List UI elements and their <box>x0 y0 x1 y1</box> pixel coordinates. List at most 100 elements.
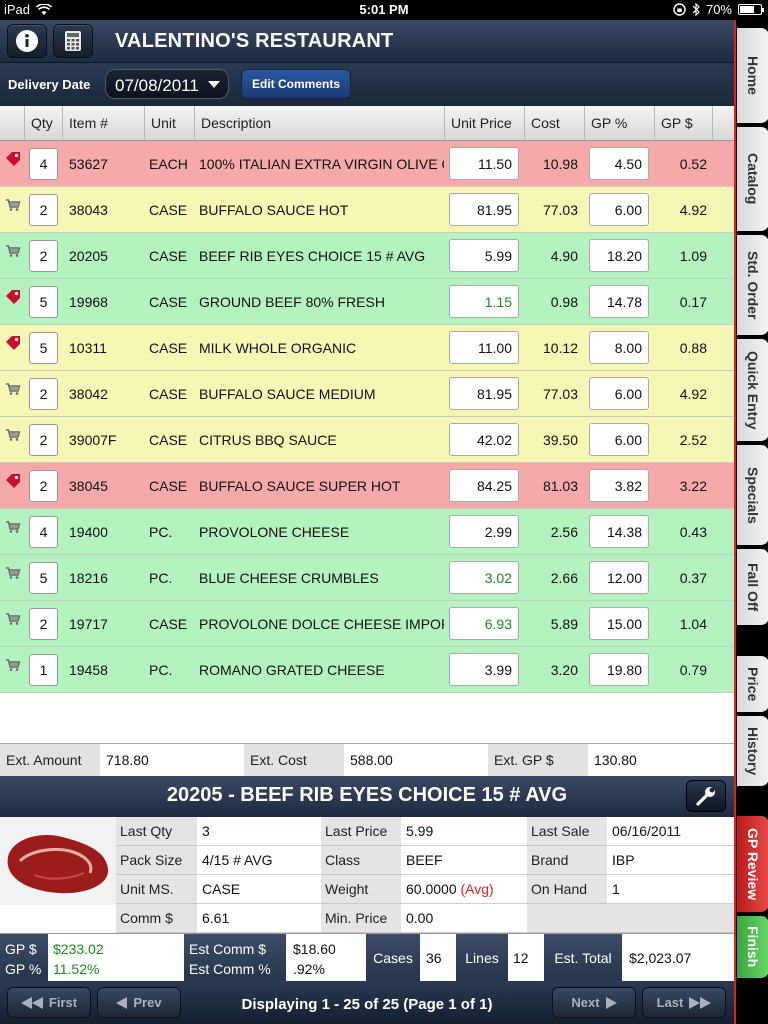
unit-price-input[interactable]: 6.93 <box>449 607 519 640</box>
unit-price-input[interactable]: 11.00 <box>449 331 519 364</box>
qty-input[interactable]: 2 <box>29 470 58 502</box>
weight-label: Weight <box>321 875 401 904</box>
qty-input[interactable]: 4 <box>29 148 58 180</box>
unit-price-input[interactable]: 81.95 <box>449 377 519 410</box>
tab-home-label: Home <box>745 56 761 95</box>
table-row[interactable]: 2 38042 CASE BUFFALO SAUCE MEDIUM 81.95 77.03… <box>0 371 734 417</box>
gp-percent-input[interactable]: 6.00 <box>589 423 649 456</box>
tab-history[interactable]: History <box>737 716 768 786</box>
unit-price-input[interactable]: 81.95 <box>449 193 519 226</box>
unit: CASE <box>149 616 188 632</box>
column-header-cost[interactable]: Cost <box>524 106 584 141</box>
table-row[interactable]: 5 10311 CASE MILK WHOLE ORGANIC 11.00 10.12 8.… <box>0 325 734 371</box>
table-row[interactable]: 1 19458 PC. ROMANO GRATED CHEESE 3.99 3.20 19.… <box>0 647 734 693</box>
table-empty-area <box>0 693 734 743</box>
qty-input[interactable]: 5 <box>29 286 58 318</box>
first-page-button[interactable]: First <box>7 987 91 1018</box>
table-row[interactable]: 5 18216 PC. BLUE CHEESE CRUMBLES 3.02 2.66 12.… <box>0 555 734 601</box>
pagination-footer: First Prev Displaying 1 - 25 of 25 (Page… <box>0 981 734 1024</box>
unit-price-input[interactable]: 42.02 <box>449 423 519 456</box>
qty-input[interactable]: 2 <box>29 194 58 226</box>
gp-percent-input[interactable]: 18.20 <box>589 239 649 272</box>
tab-finish[interactable]: Finish <box>737 916 768 978</box>
tab-catalog[interactable]: Catalog <box>737 127 768 231</box>
gp-percent-input[interactable]: 19.80 <box>589 653 649 686</box>
calculator-button[interactable] <box>53 24 93 58</box>
gp-dollar: 0.88 <box>679 340 707 356</box>
qty-input[interactable]: 2 <box>29 608 58 640</box>
gp-percent-input[interactable]: 6.00 <box>589 377 649 410</box>
table-row[interactable]: 2 19717 CASE PROVOLONE DOLCE CHEESE IMPORTE… <box>0 601 734 647</box>
tab-fall-off[interactable]: Fall Off <box>737 549 768 625</box>
cart-icon <box>5 657 21 673</box>
cart-icon <box>5 381 21 397</box>
table-row[interactable]: 2 38045 CASE BUFFALO SAUCE SUPER HOT 84.25 81… <box>0 463 734 509</box>
column-header-qty[interactable]: Qty <box>24 106 62 141</box>
cost: 2.66 <box>550 570 578 586</box>
qty-input[interactable]: 2 <box>29 424 58 456</box>
unit-price-input[interactable]: 1.15 <box>449 285 519 318</box>
column-header-description[interactable]: Description <box>194 106 444 141</box>
table-header: Qty Item # Unit Description Unit Price C… <box>0 106 734 141</box>
column-header-gp-dollar[interactable]: GP $ <box>654 106 712 141</box>
edit-comments-button[interactable]: Edit Comments <box>241 69 351 99</box>
last-page-button[interactable]: Last <box>642 987 726 1018</box>
table-row[interactable]: 2 38043 CASE BUFFALO SAUCE HOT 81.95 77.03 6.0… <box>0 187 734 233</box>
tab-quick-entry[interactable]: Quick Entry <box>737 339 768 441</box>
delivery-date-select[interactable]: 07/08/2011 <box>105 69 229 99</box>
gp-percent-input[interactable]: 15.00 <box>589 607 649 640</box>
qty-input[interactable]: 1 <box>29 654 58 686</box>
tab-specials[interactable]: Specials <box>737 445 768 545</box>
qty-input[interactable]: 5 <box>29 332 58 364</box>
info-button[interactable] <box>7 24 47 58</box>
tools-button[interactable] <box>686 780 726 812</box>
prev-page-button[interactable]: Prev <box>97 987 181 1018</box>
gp-percent-input[interactable]: 14.38 <box>589 515 649 548</box>
unit-price-input[interactable]: 3.99 <box>449 653 519 686</box>
qty-input[interactable]: 2 <box>29 240 58 272</box>
last-price-value: 5.99 <box>401 817 527 846</box>
est-comm-values: $18.60 .92% <box>286 934 366 982</box>
unit-price-input[interactable]: 84.25 <box>449 469 519 502</box>
class-value: BEEF <box>401 846 527 875</box>
column-header-unit-price[interactable]: Unit Price <box>444 106 524 141</box>
tab-gp-review[interactable]: GP Review <box>737 816 768 912</box>
last-label: Last <box>656 995 684 1010</box>
column-header-gp-pct[interactable]: GP % <box>584 106 654 141</box>
gp-percent-input[interactable]: 3.82 <box>589 469 649 502</box>
gp-dollar: 0.17 <box>679 294 707 310</box>
column-header-item[interactable]: Item # <box>62 106 144 141</box>
gp-percent-input[interactable]: 14.78 <box>589 285 649 318</box>
est-comm-percent-label: Est Comm % <box>189 961 271 977</box>
unit: PC. <box>149 662 173 678</box>
tab-home[interactable]: Home <box>737 28 768 123</box>
unit-price-input[interactable]: 2.99 <box>449 515 519 548</box>
qty-input[interactable]: 5 <box>29 562 58 594</box>
table-row[interactable]: 4 53627 EACH 100% ITALIAN EXTRA VIRGIN OLIV… <box>0 141 734 187</box>
first-label: First <box>48 995 78 1010</box>
unit: CASE <box>149 248 188 264</box>
gp-labels: GP $ GP % <box>0 934 48 982</box>
ext-gp-value: 130.80 <box>588 744 734 776</box>
next-page-button[interactable]: Next <box>552 987 636 1018</box>
column-header-unit[interactable]: Unit <box>144 106 194 141</box>
unit-price-input[interactable]: 5.99 <box>449 239 519 272</box>
tab-std-order[interactable]: Std. Order <box>737 235 768 335</box>
unit: EACH <box>149 156 188 172</box>
unit-price-input[interactable]: 3.02 <box>449 561 519 594</box>
table-row[interactable]: 4 19400 PC. PROVOLONE CHEESE 2.99 2.56 14.38 0.… <box>0 509 734 555</box>
gp-dollar-value: $233.02 <box>53 941 104 957</box>
pack-size-value: 4/15 # AVG <box>197 846 321 875</box>
table-row[interactable]: 5 19968 CASE GROUND BEEF 80% FRESH 1.15 0.98 1… <box>0 279 734 325</box>
unit-price-input[interactable]: 11.50 <box>449 147 519 180</box>
gp-percent-input[interactable]: 6.00 <box>589 193 649 226</box>
tab-price[interactable]: Price <box>737 656 768 712</box>
table-row[interactable]: 2 20205 CASE BEEF RIB EYES CHOICE 15 # AVG 5… <box>0 233 734 279</box>
qty-input[interactable]: 4 <box>29 516 58 548</box>
qty-input[interactable]: 2 <box>29 378 58 410</box>
gp-percent-input[interactable]: 4.50 <box>589 147 649 180</box>
next-label: Next <box>571 995 600 1010</box>
table-row[interactable]: 2 39007F CASE CITRUS BBQ SAUCE 42.02 39.50 6.0… <box>0 417 734 463</box>
gp-percent-input[interactable]: 12.00 <box>589 561 649 594</box>
gp-percent-input[interactable]: 8.00 <box>589 331 649 364</box>
